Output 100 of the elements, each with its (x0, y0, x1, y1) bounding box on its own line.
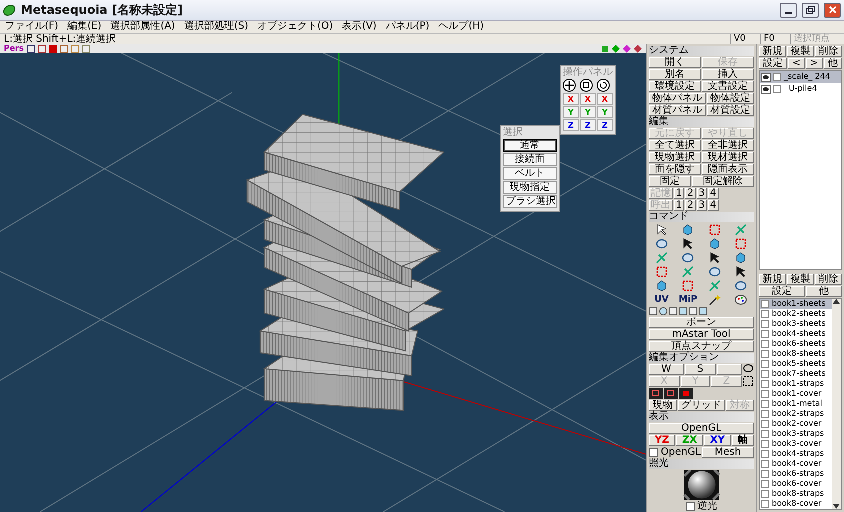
square-icon[interactable] (27, 44, 35, 52)
solid-square-icon[interactable] (679, 388, 693, 399)
menu-item[interactable]: 選択部属性(A) (110, 21, 176, 33)
axis-button[interactable]: X (563, 93, 579, 105)
checkbox[interactable] (761, 500, 769, 508)
tool-button[interactable]: 材質パネル (649, 105, 706, 116)
eye-icon[interactable] (761, 84, 771, 94)
checkbox[interactable] (761, 330, 769, 338)
checkbox[interactable] (686, 502, 694, 511)
menu-item[interactable]: 編集(E) (68, 21, 102, 33)
material-row[interactable]: book2-cover (760, 419, 832, 429)
checkbox[interactable] (761, 450, 769, 458)
checkbox[interactable] (761, 490, 769, 498)
axis-view-button[interactable]: XY (704, 435, 732, 446)
material-button[interactable]: 複製 (787, 274, 814, 285)
select-mode-button[interactable]: 接続面 (503, 153, 557, 166)
material-row[interactable]: book8-straps (760, 489, 832, 499)
tool-button[interactable]: 2 (685, 188, 696, 199)
menu-item[interactable]: 表示(V) (342, 21, 377, 33)
tool-button[interactable]: 別名 (649, 69, 701, 80)
option-button[interactable]: 現物 (649, 400, 677, 411)
option-button[interactable]: S (684, 364, 716, 375)
object-button[interactable]: 設定 (759, 58, 788, 69)
object-row[interactable]: U-pile4 (760, 83, 841, 95)
select-mode-button[interactable]: 現物指定 (503, 181, 557, 194)
checkbox[interactable] (761, 380, 769, 388)
tool-button[interactable]: 開く (649, 57, 701, 68)
scrollbar[interactable] (832, 299, 841, 509)
object-button[interactable]: 他 (824, 58, 842, 69)
axis-button[interactable]: Z (563, 119, 579, 131)
eye-icon[interactable] (761, 72, 771, 82)
cursor-arrow-icon[interactable] (682, 238, 694, 250)
menu-item[interactable]: パネル(P) (386, 21, 430, 33)
tool-button[interactable]: 1 (674, 200, 684, 211)
checkbox[interactable] (761, 470, 769, 478)
material-row[interactable]: book8-sheets (760, 349, 832, 359)
command-button[interactable]: mAstar Tool (649, 329, 754, 340)
material-row[interactable]: book3-straps (760, 429, 832, 439)
lasso-icon[interactable] (735, 280, 748, 292)
material-row[interactable]: book6-cover (760, 479, 832, 489)
material-button[interactable]: 他 (806, 286, 842, 297)
lasso-icon[interactable] (656, 238, 668, 250)
checkbox[interactable] (761, 440, 769, 448)
tool-button[interactable]: 3 (696, 200, 708, 211)
select-mode-button[interactable]: ブラシ選択 (503, 195, 557, 208)
menu-item[interactable]: ヘルプ(H) (438, 21, 484, 33)
rotate-arrow-icon[interactable] (597, 79, 610, 92)
checkbox[interactable] (761, 310, 769, 318)
tool-button[interactable]: 挿入 (702, 69, 754, 80)
cube-icon[interactable] (656, 280, 668, 292)
checkbox[interactable] (761, 430, 769, 438)
checkbox[interactable] (761, 350, 769, 358)
tool-button[interactable]: 環境設定 (649, 81, 701, 92)
view-mode-label[interactable]: Pers (4, 44, 24, 53)
tool-button[interactable]: 固定 (649, 176, 691, 187)
object-row[interactable]: _scale_ 244 (760, 71, 841, 83)
lasso-icon[interactable] (743, 364, 754, 375)
axis-button[interactable]: Z (597, 119, 613, 131)
material-row[interactable]: book2-straps (760, 409, 832, 419)
tool-label[interactable]: UV (654, 294, 669, 306)
option-button[interactable]: グリッド (678, 400, 726, 411)
tool-button[interactable]: 1 (674, 188, 684, 199)
cube-icon[interactable] (708, 238, 721, 250)
cursor-arrow-icon[interactable] (735, 266, 748, 278)
cursor-arrow-icon[interactable] (656, 224, 668, 236)
menu-item[interactable]: ファイル(F) (5, 21, 59, 33)
axis-view-button[interactable]: YZ (649, 435, 676, 446)
checkbox[interactable] (761, 370, 769, 378)
tool-button[interactable]: 隠面表示 (702, 164, 754, 175)
lasso-icon[interactable] (682, 252, 694, 264)
tool-button[interactable]: 文書設定 (702, 81, 754, 92)
object-button[interactable]: 複製 (787, 46, 814, 57)
tool-button[interactable]: 面を隠す (649, 164, 701, 175)
material-row[interactable]: book7-sheets (760, 369, 832, 379)
tool-button[interactable]: 3 (696, 188, 708, 199)
tool-label[interactable]: MiP (678, 294, 698, 306)
material-row[interactable]: book3-cover (760, 439, 832, 449)
lock-box[interactable] (773, 85, 781, 93)
material-row[interactable]: book4-sheets (760, 329, 832, 339)
select-mode-button[interactable]: 通常 (503, 139, 557, 152)
checkbox[interactable] (649, 448, 658, 457)
checkbox[interactable] (761, 480, 769, 488)
palette-icon[interactable] (735, 294, 748, 306)
checkbox[interactable] (761, 390, 769, 398)
dashed-rectangle-icon[interactable] (742, 376, 754, 387)
tool-button[interactable]: 全て選択 (649, 140, 701, 151)
checkbox[interactable] (761, 400, 769, 408)
tool-button[interactable]: 2 (685, 200, 696, 211)
checkbox[interactable] (761, 300, 769, 308)
face-icon[interactable] (664, 388, 678, 399)
cursor-arrow-icon[interactable] (708, 252, 721, 264)
down-arrow-icon[interactable] (833, 504, 840, 509)
cube-icon[interactable] (735, 252, 748, 264)
tool-button[interactable]: 4 (708, 188, 718, 199)
tool-button[interactable]: 現材選択 (702, 152, 754, 163)
lock-box[interactable] (773, 73, 781, 81)
material-button[interactable]: 設定 (759, 286, 805, 297)
close-button[interactable] (824, 2, 841, 18)
material-row[interactable]: book6-straps (760, 469, 832, 479)
axis-button[interactable]: Z (580, 119, 596, 131)
